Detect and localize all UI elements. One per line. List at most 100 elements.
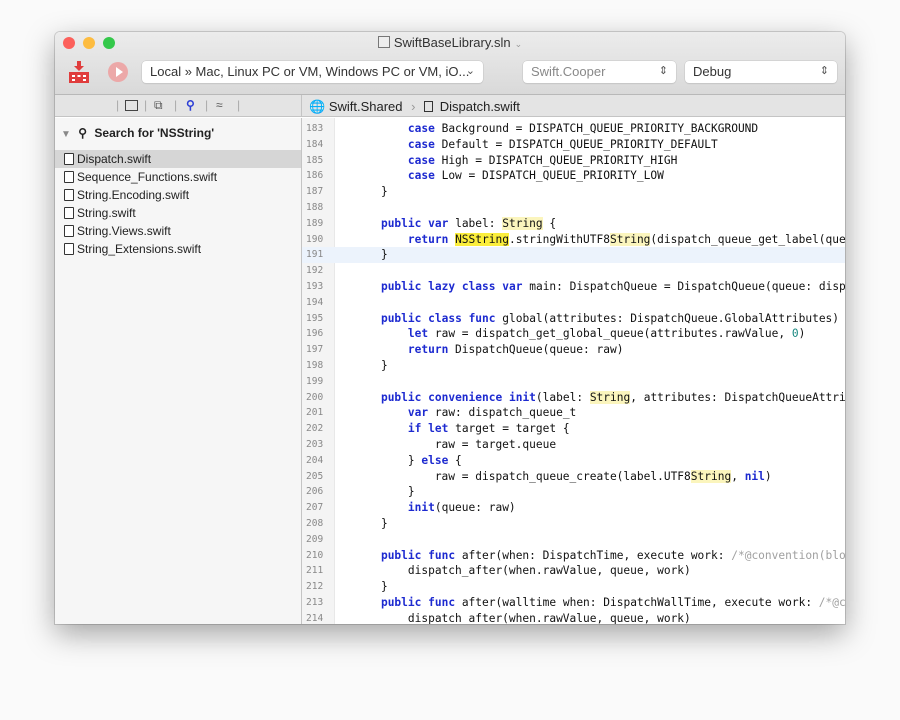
configuration-selector[interactable]: Debug ⇕ [685,61,837,83]
code-line[interactable]: 208 } [302,516,845,532]
code-line[interactable]: 195 public class func global(attributes:… [302,311,845,327]
code-line[interactable]: 185 case High = DISPATCH_QUEUE_PRIORITY_… [302,153,845,169]
search-navigator-icon[interactable]: ⚲ [186,98,195,112]
code-token: (dispatch_queue_get_label(queue)) [650,232,845,246]
code-line[interactable]: 202 if let target = target { [302,421,845,437]
code-line[interactable]: 205 raw = dispatch_queue_create(label.UT… [302,469,845,485]
code-text: } [354,579,388,595]
search-result-file[interactable]: String.Encoding.swift [55,186,301,204]
hierarchy-navigator-icon[interactable]: ⧉ [154,98,163,113]
code-line[interactable]: 187 } [302,184,845,200]
code-text: } [354,184,388,200]
keyword-token: init [508,390,536,404]
keyword-token: public [380,548,422,562]
code-line[interactable]: 199 [302,374,845,390]
code-line[interactable]: 209 [302,532,845,548]
file-name: String.Views.swift [77,224,171,238]
code-line[interactable]: 213 public func after(walltime when: Dis… [302,595,845,611]
code-line[interactable]: 196 let raw = dispatch_get_global_queue(… [302,326,845,342]
window-title-text: SwiftBaseLibrary.sln [393,35,511,50]
window-title[interactable]: SwiftBaseLibrary.sln ⌄ [55,35,845,50]
keyword-token: public [380,311,422,325]
code-line[interactable]: 211 dispatch_after(when.rawValue, queue,… [302,563,845,579]
chevron-down-icon: ⌄ [465,65,475,77]
scheme-selector[interactable]: Swift.Cooper ⇕ [523,61,676,83]
code-editor[interactable]: 183 case Background = DISPATCH_QUEUE_PRI… [302,118,845,624]
file-icon [64,225,74,237]
build-button[interactable] [67,60,91,84]
search-title: Search for 'NSString' [94,126,215,140]
code-line[interactable]: 203 raw = target.queue [302,437,845,453]
search-result-file[interactable]: Dispatch.swift [55,150,301,168]
code-text: raw = target.queue [354,437,556,453]
code-line[interactable]: 207 init(queue: raw) [302,500,845,516]
code-line[interactable]: 194 [302,295,845,311]
code-text: let raw = dispatch_get_global_queue(attr… [354,326,805,342]
keyword-token: func [468,311,496,325]
keyword-token: public [380,216,422,230]
code-line[interactable]: 212 } [302,579,845,595]
code-line[interactable]: 184 case Default = DISPATCH_QUEUE_PRIORI… [302,137,845,153]
code-line[interactable]: 190 return NSString.stringWithUTF8String… [302,232,845,248]
search-match-token: String [690,469,732,483]
line-number: 186 [306,170,324,182]
keyword-token: case [407,122,435,135]
line-number: 189 [306,217,324,229]
code-token: .stringWithUTF8 [508,232,610,246]
keyword-token: var [428,216,449,230]
code-line[interactable]: 188 [302,200,845,216]
line-number: 196 [306,328,324,340]
file-name: Dispatch.swift [77,152,152,166]
code-line[interactable]: 192 [302,263,845,279]
search-result-file[interactable]: String.swift [55,204,301,222]
project-navigator-icon[interactable] [125,100,138,111]
code-line[interactable]: 197 return DispatchQueue(queue: raw) [302,342,845,358]
line-number: 191 [306,249,324,261]
code-line[interactable]: 191 } [302,247,845,264]
code-line[interactable]: 183 case Background = DISPATCH_QUEUE_PRI… [302,121,845,137]
code-token: , attributes: DispatchQueueAttributes [630,390,845,404]
keyword-token: public [380,390,422,404]
line-number: 211 [306,565,324,577]
code-line[interactable]: 186 case Low = DISPATCH_QUEUE_PRIORITY_L… [302,168,845,184]
run-button[interactable] [108,62,128,82]
disclosure-triangle-icon[interactable]: ▼ [61,129,71,140]
code-line[interactable]: 210 public func after(when: DispatchTime… [302,548,845,564]
target-selector[interactable]: Local » Mac, Linux PC or VM, Windows PC … [142,61,483,83]
code-line[interactable]: 189 public var label: String { [302,216,845,232]
breadcrumb-project[interactable]: Swift.Shared [329,99,403,114]
code-token: dispatch_after(when.rawValue, queue, wor… [354,564,691,578]
code-line[interactable]: 198 } [302,358,845,374]
code-line[interactable]: 193 public lazy class var main: Dispatch… [302,279,845,295]
search-result-file[interactable]: Sequence_Functions.swift [55,168,301,186]
line-number: 200 [306,391,324,403]
search-results-header[interactable]: ▼ ⚲ Search for 'NSString' [61,126,214,140]
keyword-token: else [421,453,449,467]
code-text: dispatch_after(when.rawValue, queue, wor… [354,563,691,579]
line-number: 207 [306,502,324,514]
code-token: } [354,485,415,499]
comment-token: /*@convention(block) [731,548,845,562]
breadcrumb-file[interactable]: Dispatch.swift [440,99,520,114]
keyword-token: public [380,280,422,293]
code-token: } [354,248,388,262]
issues-navigator-icon[interactable]: ≈ [216,98,223,112]
code-line[interactable]: 201 var raw: dispatch_queue_t [302,405,845,421]
search-result-file[interactable]: String_Extensions.swift [55,240,301,258]
code-line[interactable]: 200 public convenience init(label: Strin… [302,390,845,406]
code-line[interactable]: 214 dispatch_after(when.rawValue, queue,… [302,611,845,624]
code-text: case High = DISPATCH_QUEUE_PRIORITY_HIGH [354,153,677,169]
code-line[interactable]: 206 } [302,484,845,500]
line-number: 208 [306,518,324,529]
search-result-file[interactable]: String.Views.swift [55,222,301,240]
keyword-token: nil [744,469,765,483]
code-line[interactable]: 204 } else { [302,453,845,469]
